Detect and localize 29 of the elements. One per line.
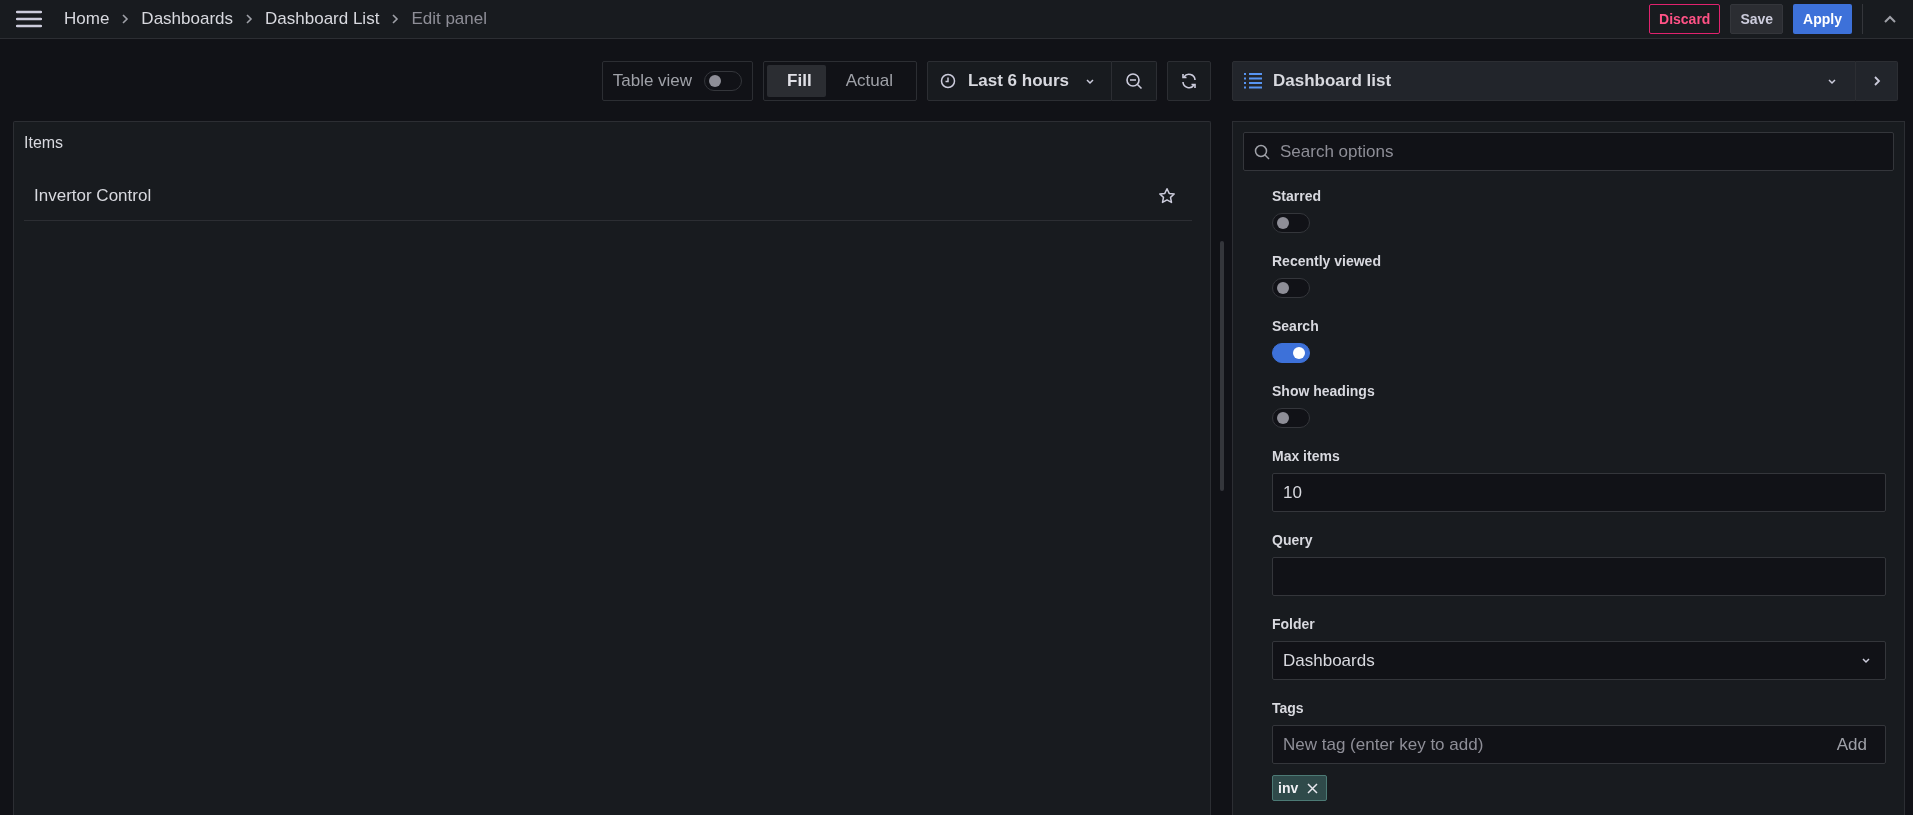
option-label: Show headings	[1272, 383, 1375, 399]
search-options-field[interactable]: Search options	[1243, 132, 1894, 171]
table-view-toggle[interactable]: Table view	[601, 61, 754, 101]
option-label: Max items	[1272, 448, 1340, 464]
dashboard-list-item[interactable]: Invertor Control	[24, 174, 1192, 221]
option-label: Query	[1272, 532, 1313, 548]
add-tag-button[interactable]: Add	[1818, 726, 1885, 763]
breadcrumb-link[interactable]: Edit panel	[411, 9, 487, 29]
tag-label: inv	[1278, 780, 1299, 796]
breadcrumb-link[interactable]: Home	[64, 9, 110, 29]
display-mode-tab[interactable]: Actual	[825, 65, 913, 97]
visualization-picker[interactable]: Dashboard list	[1232, 61, 1856, 101]
option-label: Search	[1272, 318, 1319, 334]
max-items-field[interactable]: 10	[1272, 473, 1886, 512]
display-mode-tab[interactable]: Fill	[767, 65, 826, 97]
panel-title: Items	[24, 134, 65, 152]
dashboard-title: Invertor Control	[34, 186, 152, 206]
option-label: Starred	[1272, 188, 1322, 204]
save-button[interactable]: Save	[1730, 4, 1784, 34]
time-range-picker[interactable]: Last 6 hours	[926, 61, 1112, 101]
option-label: Recently viewed	[1272, 253, 1381, 269]
option-label: Tags	[1272, 700, 1304, 716]
option-label: Folder	[1272, 616, 1315, 632]
discard-button[interactable]: Discard	[1649, 4, 1721, 34]
table-view-label: Table view	[612, 71, 693, 91]
breadcrumb-link[interactable]: Dashboard List	[265, 9, 380, 29]
apply-button[interactable]: Apply	[1793, 4, 1852, 34]
folder-select[interactable]: Dashboards	[1272, 641, 1886, 680]
breadcrumb-link[interactable]: Dashboards	[141, 9, 234, 29]
